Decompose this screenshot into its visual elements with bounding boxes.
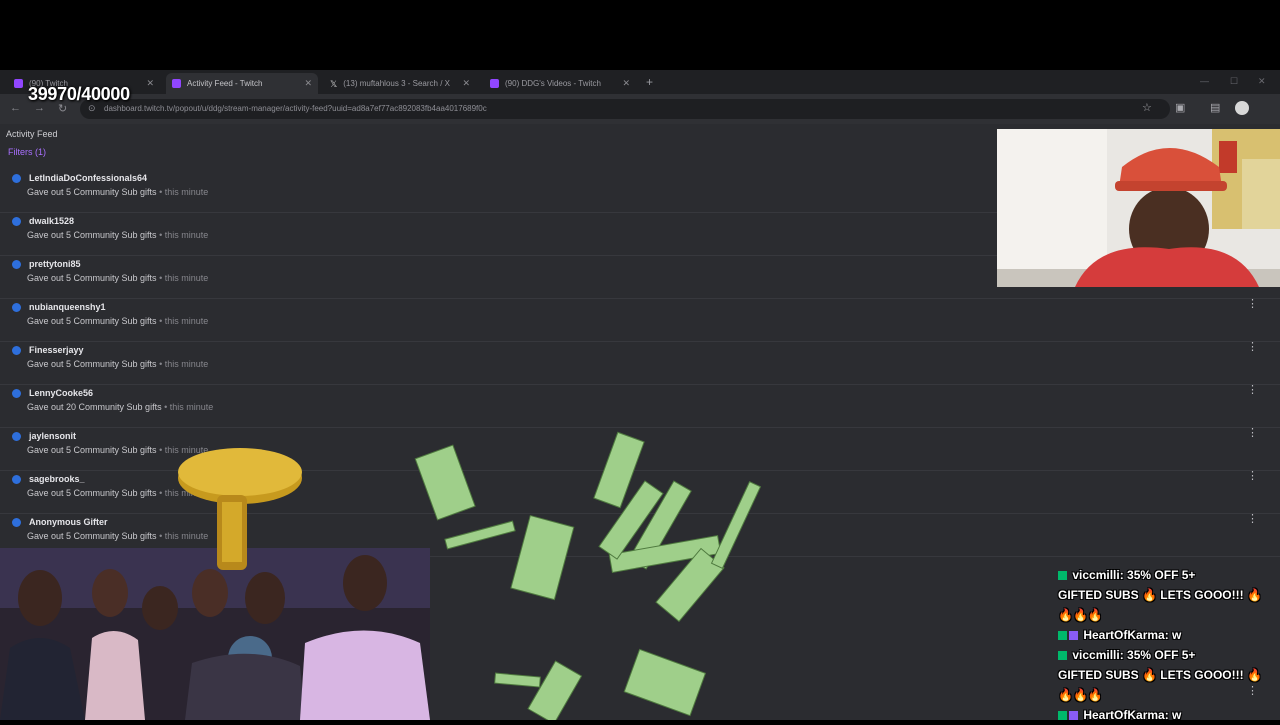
tab-label: (90) DDG's Videos - Twitch [505, 79, 601, 88]
verified-badge-icon [1058, 571, 1067, 580]
verified-badge-icon [1058, 711, 1067, 720]
chat-message: HeartOfKarma: w [1058, 705, 1280, 725]
maximize-icon[interactable]: ☐ [1230, 76, 1238, 87]
dollar-bill-icon [494, 672, 541, 688]
url-field[interactable]: ⊙ dashboard.twitch.tv/popout/u/ddg/strea… [80, 99, 1170, 119]
community-sub-icon [12, 174, 21, 183]
chat-username: HeartOfKarma: [1083, 628, 1169, 642]
verified-badge-icon [1058, 651, 1067, 660]
more-options-icon[interactable]: ⋮ [1247, 340, 1258, 353]
activity-feed-title: Activity Feed [6, 129, 58, 139]
chat-text-cont: 🔥🔥🔥 [1058, 688, 1103, 702]
tab-label: Activity Feed - Twitch [187, 79, 263, 88]
list-item[interactable]: nubianqueenshy1 Gave out 5 Community Sub… [0, 299, 1280, 342]
twitch-icon [172, 79, 181, 88]
dollar-bill-icon [710, 481, 762, 569]
new-tab-icon[interactable]: + [646, 75, 653, 89]
community-sub-icon [12, 346, 21, 355]
feed-username[interactable]: sagebrooks_ [29, 474, 85, 484]
extensions-icon[interactable]: ▤ [1210, 101, 1220, 114]
top-letterbox [0, 0, 1280, 70]
chat-username: viccmilli: [1072, 648, 1124, 662]
chat-text-cont: GIFTED SUBS 🔥 LETS GOOO!!! 🔥 [1058, 588, 1262, 602]
community-sub-icon [12, 475, 21, 484]
community-sub-icon [12, 303, 21, 312]
window-close-icon[interactable]: ✕ [1258, 76, 1266, 87]
filters-button[interactable]: Filters (1) [8, 147, 46, 157]
tab-ddg-videos[interactable]: (90) DDG's Videos - Twitch ✕ [484, 73, 636, 94]
close-icon[interactable]: ✕ [622, 78, 630, 89]
address-bar-row: ← → ↻ ⊙ dashboard.twitch.tv/popout/u/ddg… [0, 94, 1280, 124]
chat-message: HeartOfKarma: w [1058, 625, 1280, 645]
feed-action: Gave out 5 Community Sub gifts • this mi… [27, 316, 209, 326]
feed-action: Gave out 5 Community Sub gifts • this mi… [27, 273, 209, 283]
more-options-icon[interactable]: ⋮ [1247, 383, 1258, 396]
dollar-bill-icon [444, 520, 516, 550]
money-rain-overlay [414, 431, 762, 720]
community-sub-icon [12, 260, 21, 269]
twitch-icon [14, 79, 23, 88]
feed-username[interactable]: dwalk1528 [29, 216, 74, 226]
more-options-icon[interactable]: ⋮ [1247, 297, 1258, 310]
back-icon[interactable]: ← [10, 102, 21, 114]
twitch-icon [490, 79, 499, 88]
chat-overlay: viccmilli: 35% OFF 5+ GIFTED SUBS 🔥 LETS… [1058, 565, 1280, 725]
chat-message: viccmilli: 35% OFF 5+ [1058, 645, 1280, 665]
close-icon[interactable]: ✕ [146, 78, 154, 89]
sub-goal-counter: 39970/40000 [28, 84, 130, 104]
tab-activity-feed[interactable]: Activity Feed - Twitch ✕ [166, 73, 318, 94]
community-sub-icon [12, 432, 21, 441]
chat-text: 35% OFF 5+ [1127, 568, 1196, 582]
profile-avatar[interactable] [1235, 101, 1249, 115]
sidebar-icon[interactable]: ▣ [1175, 101, 1185, 114]
feed-username[interactable]: Anonymous Gifter [29, 517, 108, 527]
more-options-icon[interactable]: ⋮ [1247, 469, 1258, 482]
chat-text: 35% OFF 5+ [1127, 648, 1196, 662]
video-clip [0, 548, 430, 720]
close-icon[interactable]: ✕ [304, 78, 312, 89]
feed-username[interactable]: LetIndiaDoConfessionals64 [29, 173, 147, 183]
dollar-bill-icon [527, 660, 583, 720]
feed-action: Gave out 5 Community Sub gifts • this mi… [27, 230, 209, 240]
more-options-icon[interactable]: ⋮ [1247, 426, 1258, 439]
chat-message: viccmilli: 35% OFF 5+ [1058, 565, 1280, 585]
chat-text-cont: GIFTED SUBS 🔥 LETS GOOO!!! 🔥 [1058, 668, 1262, 682]
x-icon: 𝕏 [330, 79, 338, 89]
subscriber-badge-icon [1069, 711, 1078, 720]
feed-username[interactable]: Finesserjayy [29, 345, 84, 355]
feed-username[interactable]: LennyCooke56 [29, 388, 93, 398]
verified-badge-icon [1058, 631, 1067, 640]
list-item[interactable]: Finesserjayy Gave out 5 Community Sub gi… [0, 342, 1280, 385]
chat-text-cont: 🔥🔥🔥 [1058, 608, 1103, 622]
feed-username[interactable]: jaylensonit [29, 431, 76, 441]
community-sub-icon [12, 217, 21, 226]
bookmark-star-icon[interactable]: ☆ [1142, 101, 1152, 114]
tab-strip: (90) Twitch ✕ Activity Feed - Twitch ✕ 𝕏… [0, 70, 1280, 94]
url-text: dashboard.twitch.tv/popout/u/ddg/stream-… [104, 104, 487, 113]
feed-username[interactable]: prettytoni85 [29, 259, 81, 269]
dollar-bill-icon [510, 514, 575, 601]
chat-text: w [1172, 628, 1182, 642]
tab-x-search[interactable]: 𝕏 (13) muftahlous 3 - Search / X ✕ [324, 73, 476, 94]
close-icon[interactable]: ✕ [462, 78, 470, 89]
dollar-bill-icon [414, 444, 476, 521]
minimize-icon[interactable]: — [1200, 76, 1209, 86]
feed-action: Gave out 5 Community Sub gifts • this mi… [27, 187, 209, 197]
more-options-icon[interactable]: ⋮ [1247, 512, 1258, 525]
gold-coin-hammer-icon [178, 448, 302, 570]
community-sub-icon [12, 518, 21, 527]
feed-username[interactable]: nubianqueenshy1 [29, 302, 106, 312]
community-sub-icon [12, 389, 21, 398]
feed-action: Gave out 20 Community Sub gifts • this m… [27, 402, 214, 412]
webcam-feed [997, 129, 1280, 287]
feed-action: Gave out 5 Community Sub gifts • this mi… [27, 359, 209, 369]
tab-label: (13) muftahlous 3 - Search / X [343, 79, 450, 88]
subscriber-badge-icon [1069, 631, 1078, 640]
dollar-bill-icon [623, 648, 707, 717]
chat-username: viccmilli: [1072, 568, 1124, 582]
